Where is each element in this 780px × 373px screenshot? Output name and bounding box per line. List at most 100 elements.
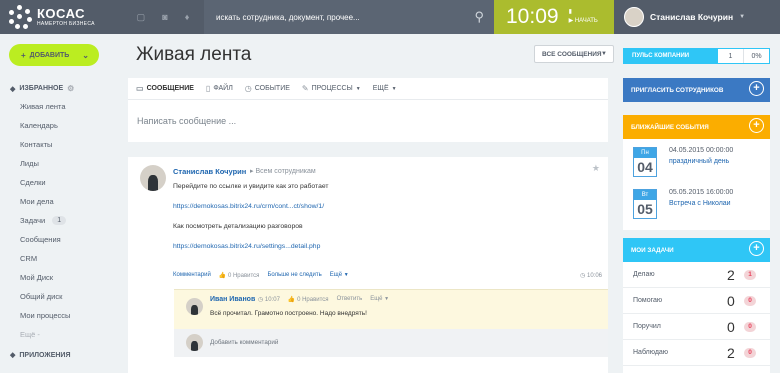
- comment-text: Всё прочитал. Грамотно построено. Надо в…: [210, 310, 367, 317]
- post-time: 10:06: [586, 273, 602, 279]
- plus-icon: +: [21, 50, 26, 60]
- plus-icon: +: [749, 81, 764, 96]
- chevron-down-icon: ▼: [601, 51, 607, 57]
- search-input[interactable]: искать сотрудника, документ, прочее... ⚲: [204, 0, 494, 34]
- sidebar-item-crm[interactable]: CRM: [20, 249, 70, 268]
- tab-processes[interactable]: ✎ ПРОЦЕССЫ ▼: [302, 84, 361, 93]
- sidebar-item-feed[interactable]: Живая лента: [20, 97, 70, 116]
- sidebar-item-contacts[interactable]: Контакты: [20, 135, 70, 154]
- work-clock[interactable]: 10:09 ▮ ▶ НАЧАТЬ: [494, 0, 614, 34]
- unfollow-link[interactable]: Больше не следить: [267, 272, 321, 279]
- page-title: Живая лента: [136, 44, 252, 65]
- task-row-helping[interactable]: Помогаю 0 0: [623, 288, 770, 314]
- sidebar-item-activities[interactable]: Мои дела: [20, 192, 70, 211]
- add-button-label: ДОБАВИТЬ: [29, 51, 70, 59]
- more-link[interactable]: Ещё ▼: [330, 272, 349, 279]
- chevron-down-icon: ⌄: [82, 50, 89, 60]
- events-card: БЛИЖАЙШИЕ СОБЫТИЯ + Пн 04 04.05.2015 00:…: [623, 115, 770, 230]
- feed-filter[interactable]: ВСЕ СООБЩЕНИЯ ▼: [534, 45, 614, 63]
- task-row-assigned[interactable]: Поручил 0 0: [623, 314, 770, 340]
- search-icon[interactable]: ⚲: [474, 9, 484, 25]
- add-button[interactable]: + ДОБАВИТЬ ⌄: [9, 44, 99, 66]
- sidebar-item-my-processes[interactable]: Мои процессы: [20, 306, 70, 325]
- event-name[interactable]: Встреча с Николаи: [669, 200, 731, 207]
- task-count: 2: [727, 344, 735, 361]
- sidebar-item-my-drive[interactable]: Мой Диск: [20, 268, 70, 287]
- comment-author[interactable]: Иван Иванов: [210, 296, 255, 303]
- chevron-down-icon: ▼: [343, 272, 349, 278]
- add-comment-box[interactable]: Добавить комментарий: [174, 329, 608, 357]
- post-link[interactable]: https://demokosas.bitrix24.ru/crm/cont..…: [173, 203, 324, 210]
- chevron-down-icon: ▼: [355, 85, 361, 92]
- comment-time: 10:07: [264, 297, 280, 303]
- sidebar-item-shared-drive[interactable]: Общий диск: [20, 287, 70, 306]
- logo-subtitle: НАМЕРТОН БИЗНЕСА: [37, 21, 95, 27]
- plus-icon[interactable]: +: [749, 241, 764, 256]
- chat-icon: ▭: [136, 84, 144, 93]
- like-link: 0 Нравится: [227, 273, 260, 279]
- logo[interactable]: КОСАС НАМЕРТОН БИЗНЕСА: [0, 0, 122, 34]
- calendar-icon: Вт 05: [633, 189, 657, 219]
- tab-more[interactable]: ЕЩЁ ▼: [373, 85, 397, 92]
- bell-icon[interactable]: ♦: [185, 12, 190, 22]
- pin-icon: ◆: [10, 352, 16, 359]
- clock-icon: ◷: [258, 297, 265, 303]
- avatar: [140, 165, 166, 191]
- events-title: БЛИЖАЙШИЕ СОБЫТИЯ: [631, 123, 709, 131]
- event-item[interactable]: Пн 04 04.05.2015 00:00:00 праздничный де…: [633, 145, 770, 183]
- tasks-card: МОИ ЗАДАЧИ + Делаю 2 1 Помогаю 0 0 Поруч…: [623, 238, 770, 373]
- task-badge: 0: [744, 295, 756, 306]
- comment: Иван Иванов ◷ 10:07 👍 0 Нравится Ответит…: [174, 289, 608, 329]
- invite-card: ПРИГЛАСИТЬ СОТРУДНИКОВ +: [623, 78, 770, 102]
- task-row-doing[interactable]: Делаю 2 1: [623, 262, 770, 288]
- sidebar-item-messages[interactable]: Сообщения: [20, 230, 70, 249]
- event-name[interactable]: праздничный день: [669, 158, 729, 165]
- task-count: 2: [727, 266, 735, 283]
- star-icon[interactable]: ★: [592, 163, 600, 174]
- message-input[interactable]: Написать сообщение ...: [128, 100, 608, 126]
- favorites-header[interactable]: ◆ ИЗБРАННОЕ ⚙: [10, 84, 74, 93]
- gear-icon[interactable]: ⚙: [67, 84, 74, 93]
- comment-link[interactable]: Комментарий: [173, 272, 211, 279]
- sidebar-item-deals[interactable]: Сделки: [20, 173, 70, 192]
- pulse-label: ПУЛЬС КОМПАНИИ: [624, 49, 718, 63]
- sidebar-more[interactable]: Ещё -: [20, 325, 70, 344]
- tasks-title: МОИ ЗАДАЧИ: [631, 246, 674, 254]
- sidebar-item-calendar[interactable]: Календарь: [20, 116, 70, 135]
- company-pulse[interactable]: ПУЛЬС КОМПАНИИ 1 0%: [623, 48, 770, 64]
- camera-icon[interactable]: ◙: [162, 12, 167, 22]
- reply-link[interactable]: Ответить: [337, 296, 363, 303]
- post-actions: Комментарий 👍 0 Нравится Больше не следи…: [173, 272, 349, 279]
- event-datetime: 05.05.2015 16:00:00: [669, 189, 734, 196]
- logo-icon: [8, 5, 32, 29]
- post-destination: Всем сотрудникам: [255, 168, 316, 175]
- tab-file[interactable]: ▯ ФАЙЛ: [206, 84, 233, 93]
- plus-icon[interactable]: +: [749, 118, 764, 133]
- post-link[interactable]: https://demokosas.bitrix24.ru/settings..…: [173, 243, 320, 250]
- pin-icon: ◆: [10, 85, 16, 93]
- task-count: 0: [727, 318, 735, 335]
- apps-header[interactable]: ◆ ПРИЛОЖЕНИЯ: [10, 351, 71, 359]
- start-label: НАЧАТЬ: [574, 18, 598, 24]
- user-menu[interactable]: Станислав Кочурин ▼: [614, 7, 780, 27]
- top-bar: КОСАС НАМЕРТОН БИЗНЕСА ▢ ◙ ♦ искать сотр…: [0, 0, 780, 34]
- tab-event[interactable]: ◷ СОБЫТИЕ: [245, 84, 290, 93]
- chat-icon[interactable]: ▢: [137, 12, 146, 23]
- tab-message[interactable]: ▭ СООБЩЕНИЕ: [136, 84, 194, 93]
- search-placeholder: искать сотрудника, документ, прочее...: [216, 12, 360, 22]
- task-row-watching[interactable]: Наблюдаю 2 0: [623, 340, 770, 366]
- invite-button[interactable]: ПРИГЛАСИТЬ СОТРУДНИКОВ +: [623, 78, 770, 102]
- feed-post: Станислав Кочурин ▸ Всем сотрудникам ★ П…: [128, 157, 608, 373]
- comment-more[interactable]: Ещё ▼: [370, 296, 389, 303]
- post-author[interactable]: Станислав Кочурин: [173, 167, 246, 176]
- pulse-percent: 0%: [751, 52, 762, 60]
- event-item[interactable]: Вт 05 05.05.2015 16:00:00 Встреча с Нико…: [633, 187, 770, 225]
- clock-time: 10:09: [506, 5, 559, 28]
- pause-icon: ▮: [568, 9, 572, 15]
- event-datetime: 04.05.2015 00:00:00: [669, 147, 734, 154]
- chevron-down-icon: ▼: [391, 85, 397, 92]
- sidebar-item-leads[interactable]: Лиды: [20, 154, 70, 173]
- like-icon: 👍: [287, 297, 296, 303]
- sidebar-item-tasks[interactable]: Задачи 1: [20, 211, 70, 230]
- add-comment-placeholder: Добавить комментарий: [210, 339, 279, 346]
